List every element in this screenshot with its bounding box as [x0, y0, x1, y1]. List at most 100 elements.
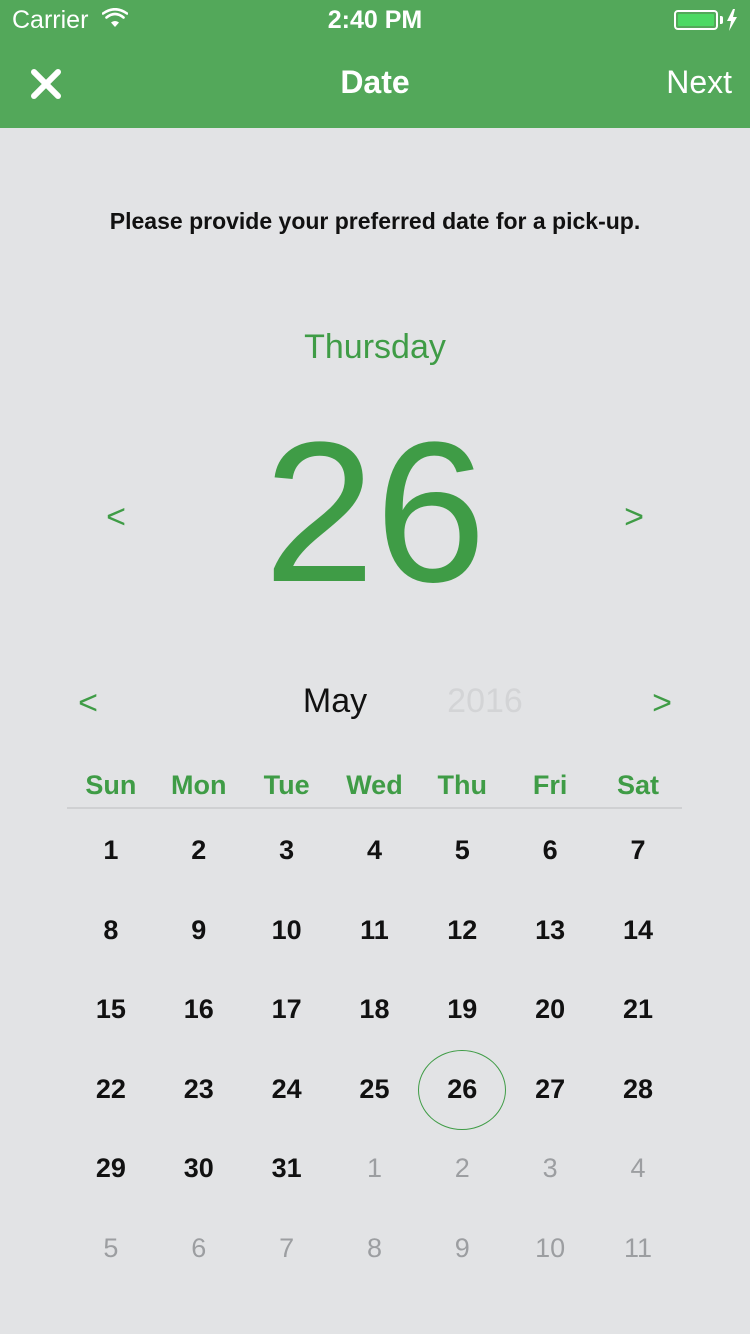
weekday-fri: Fri: [532, 770, 568, 800]
calendar-day-label: 24: [271, 1073, 302, 1104]
calendar-day-label: 4: [630, 1153, 646, 1184]
calendar-day-label: 12: [447, 914, 478, 945]
calendar-day-selected[interactable]: 26: [418, 1049, 507, 1129]
calendar-day-label: 10: [535, 1232, 566, 1263]
nav-bar: Carrier 2:40 PM Date Next: [0, 0, 750, 128]
calendar-week-row: 22 23 24 25 26 27 28: [67, 1049, 682, 1130]
weekday-mon: Mon: [171, 770, 227, 800]
calendar-day-label: 11: [623, 1232, 652, 1263]
calendar-day-label: 29: [95, 1153, 126, 1184]
calendar-day[interactable]: 23: [155, 1050, 243, 1130]
weekday-thu: Thu: [437, 770, 488, 800]
calendar-day-other-month[interactable]: 9: [418, 1209, 506, 1289]
calendar-week-row: 1 2 3 4 5 6 7: [67, 811, 682, 891]
calendar-day[interactable]: 27: [506, 1050, 594, 1130]
calendar-day[interactable]: 30: [155, 1129, 243, 1209]
calendar-day-label: 15: [95, 994, 126, 1025]
calendar-day[interactable]: 2: [155, 811, 243, 891]
next-month-button[interactable]: >: [642, 684, 682, 723]
calendar-day[interactable]: 8: [67, 891, 155, 971]
calendar-day-label: 2: [191, 835, 207, 866]
calendar-day-label: 1: [366, 1153, 382, 1184]
charging-bolt-icon: [727, 9, 737, 31]
calendar-day-label: 21: [622, 994, 653, 1025]
calendar-day[interactable]: 24: [243, 1050, 331, 1130]
weekday-wed: Wed: [346, 770, 403, 800]
calendar-day-other-month[interactable]: 4: [594, 1129, 682, 1209]
calendar-day[interactable]: 15: [67, 970, 155, 1050]
calendar-day-label: 7: [279, 1232, 295, 1263]
calendar-day-label: 3: [542, 1153, 558, 1184]
calendar-day[interactable]: 25: [331, 1050, 419, 1130]
calendar-day[interactable]: 14: [594, 891, 682, 971]
calendar-day-label: 22: [95, 1073, 126, 1104]
calendar-day-other-month[interactable]: 5: [67, 1209, 155, 1289]
calendar-day[interactable]: 18: [331, 970, 419, 1050]
previous-month-button[interactable]: <: [68, 684, 108, 723]
calendar-day-label: 3: [279, 835, 295, 866]
weekday-header: Sun Mon Tue Wed Thu Fri Sat: [67, 770, 682, 808]
calendar-day[interactable]: 6: [506, 811, 594, 891]
calendar-day-other-month[interactable]: 7: [243, 1209, 331, 1289]
calendar-day-label: 19: [447, 994, 478, 1025]
calendar-day[interactable]: 3: [243, 811, 331, 891]
calendar-day[interactable]: 19: [418, 970, 506, 1050]
calendar-day[interactable]: 9: [155, 891, 243, 971]
battery-tip: [720, 16, 723, 24]
calendar-day-other-month[interactable]: 8: [331, 1209, 419, 1289]
calendar-day[interactable]: 12: [418, 891, 506, 971]
calendar-day[interactable]: 16: [155, 970, 243, 1050]
calendar-day-other-month[interactable]: 1: [331, 1129, 419, 1209]
calendar-day-label: 17: [271, 994, 302, 1025]
calendar-week-row: 8 9 10 11 12 13 14: [67, 891, 682, 971]
calendar-day-label: 10: [271, 914, 302, 945]
month-label[interactable]: May: [250, 682, 420, 721]
calendar-day-label: 30: [183, 1153, 214, 1184]
close-x-icon: [31, 69, 61, 99]
calendar-day-other-month[interactable]: 10: [506, 1209, 594, 1289]
calendar-day-label: 20: [535, 994, 566, 1025]
next-day-button[interactable]: >: [614, 498, 654, 537]
calendar-day[interactable]: 7: [594, 811, 682, 891]
year-label[interactable]: 2016: [420, 682, 550, 721]
calendar-day-other-month[interactable]: 2: [418, 1129, 506, 1209]
calendar-day[interactable]: 13: [506, 891, 594, 971]
calendar-day[interactable]: 21: [594, 970, 682, 1050]
calendar-day[interactable]: 17: [243, 970, 331, 1050]
calendar-day-label: 23: [183, 1073, 214, 1104]
weekday-sun: Sun: [85, 770, 137, 800]
calendar-day[interactable]: 1: [67, 811, 155, 891]
weekday-sat: Sat: [616, 770, 659, 800]
calendar-day-label: 14: [622, 914, 653, 945]
status-time: 2:40 PM: [327, 6, 423, 34]
calendar-day-label: 4: [366, 835, 382, 866]
calendar-day-label: 18: [359, 994, 390, 1025]
calendar-day[interactable]: 11: [331, 891, 419, 971]
calendar-day-label: 8: [103, 914, 119, 945]
calendar-day-label: 2: [454, 1153, 470, 1184]
calendar-day[interactable]: 5: [418, 811, 506, 891]
selected-weekday: Thursday: [304, 328, 446, 366]
calendar-day-label: 31: [271, 1153, 302, 1184]
calendar-day-other-month[interactable]: 6: [155, 1209, 243, 1289]
calendar-day-label: 28: [622, 1073, 653, 1104]
calendar-day[interactable]: 29: [67, 1129, 155, 1209]
calendar-day-other-month[interactable]: 3: [506, 1129, 594, 1209]
calendar-day-label: 6: [191, 1232, 207, 1263]
calendar-day-label: 27: [535, 1073, 566, 1104]
next-button[interactable]: Next: [666, 64, 732, 101]
calendar-day-other-month[interactable]: 11: [594, 1209, 682, 1289]
calendar-day[interactable]: 28: [594, 1050, 682, 1130]
calendar-day[interactable]: 4: [331, 811, 419, 891]
calendar-day-label: 9: [454, 1232, 470, 1263]
calendar-week-row: 5 6 7 8 9 10 11: [67, 1209, 682, 1289]
calendar-day-label: 25: [359, 1073, 390, 1104]
page-title: Date: [340, 64, 410, 100]
calendar-week-row: 29 30 31 1 2 3 4: [67, 1129, 682, 1209]
calendar-day[interactable]: 22: [67, 1050, 155, 1130]
calendar-day[interactable]: 10: [243, 891, 331, 971]
calendar-day[interactable]: 20: [506, 970, 594, 1050]
calendar-day[interactable]: 31: [243, 1129, 331, 1209]
battery-icon: [674, 10, 718, 30]
close-button[interactable]: [26, 62, 66, 106]
